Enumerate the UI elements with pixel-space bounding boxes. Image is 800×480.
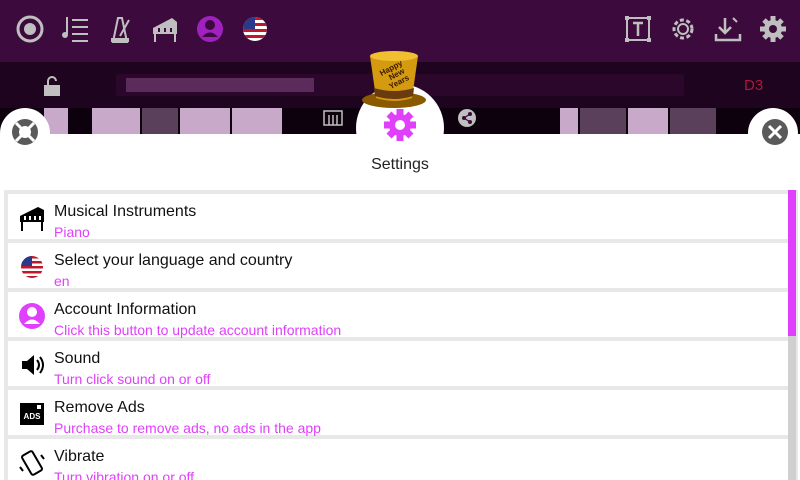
new-year-hat-icon: Happy New Years: [358, 48, 430, 110]
us-flag-icon: [18, 253, 46, 281]
list-item-title: Account Information: [54, 301, 197, 318]
list-item-subtitle: Turn vibration on or off: [54, 469, 195, 480]
list-item-subtitle: Purchase to remove ads, no ads in the ap…: [54, 420, 321, 436]
settings-icon[interactable]: [756, 12, 790, 46]
speaker-icon: [18, 351, 46, 379]
piano-key[interactable]: [232, 108, 282, 134]
list-item-title: Select your language and country: [54, 252, 293, 269]
note-label: D3: [744, 77, 764, 94]
share-icon[interactable]: [456, 108, 478, 128]
playlist-icon[interactable]: [58, 12, 92, 46]
svg-text:ADS: ADS: [24, 412, 42, 421]
vibrate-icon: [18, 449, 46, 477]
text-icon[interactable]: [621, 12, 655, 46]
list-item-vibrate[interactable]: Vibrate Turn vibration on or off: [8, 439, 788, 480]
list-item-subtitle: Click this button to update account info…: [54, 322, 342, 338]
download-icon[interactable]: [711, 12, 745, 46]
list-item-title: Musical Instruments: [54, 203, 197, 220]
gear-icon[interactable]: [382, 107, 418, 143]
settings-list: Musical Instruments Piano Select your la…: [4, 190, 798, 480]
lock-icon[interactable]: [40, 74, 64, 98]
list-item-instruments[interactable]: Musical Instruments Piano: [8, 194, 788, 240]
list-item-title: Vibrate: [54, 448, 105, 465]
list-item-title: Sound: [54, 350, 101, 367]
piano-key[interactable]: [580, 108, 626, 134]
list-item-subtitle: Piano: [54, 224, 90, 240]
list-item-subtitle: Turn click sound on or off: [54, 371, 211, 387]
list-item-account[interactable]: Account Information Click this button to…: [8, 292, 788, 338]
list-item-subtitle: en: [54, 273, 70, 289]
piano-key[interactable]: [628, 108, 668, 134]
metronome-icon[interactable]: [103, 12, 137, 46]
piano-icon: [18, 204, 46, 232]
lifebuoy-icon[interactable]: [10, 117, 40, 147]
close-icon[interactable]: [760, 117, 790, 147]
progress-fill: [126, 78, 314, 92]
keyboard-icon[interactable]: [322, 108, 344, 128]
list-item-title: Remove Ads: [54, 399, 145, 416]
page-title: Settings: [371, 156, 429, 173]
piano-icon[interactable]: [148, 12, 182, 46]
record-icon[interactable]: [13, 12, 47, 46]
ads-icon: ADS: [18, 400, 46, 428]
list-item-language[interactable]: Select your language and country en: [8, 243, 788, 289]
settings-gear-icon[interactable]: [666, 12, 700, 46]
list-item-sound[interactable]: Sound Turn click sound on or off: [8, 341, 788, 387]
list-item-remove-ads[interactable]: ADS Remove Ads Purchase to remove ads, n…: [8, 390, 788, 436]
piano-key[interactable]: [670, 108, 716, 134]
piano-key[interactable]: [180, 108, 230, 134]
scrollbar-track[interactable]: [788, 336, 796, 480]
piano-key[interactable]: [92, 108, 140, 134]
piano-key[interactable]: [560, 108, 578, 134]
scrollbar-thumb[interactable]: [788, 190, 796, 336]
piano-key[interactable]: [142, 108, 178, 134]
us-flag-icon[interactable]: [238, 12, 272, 46]
account-icon: [18, 302, 46, 330]
account-icon[interactable]: [193, 12, 227, 46]
